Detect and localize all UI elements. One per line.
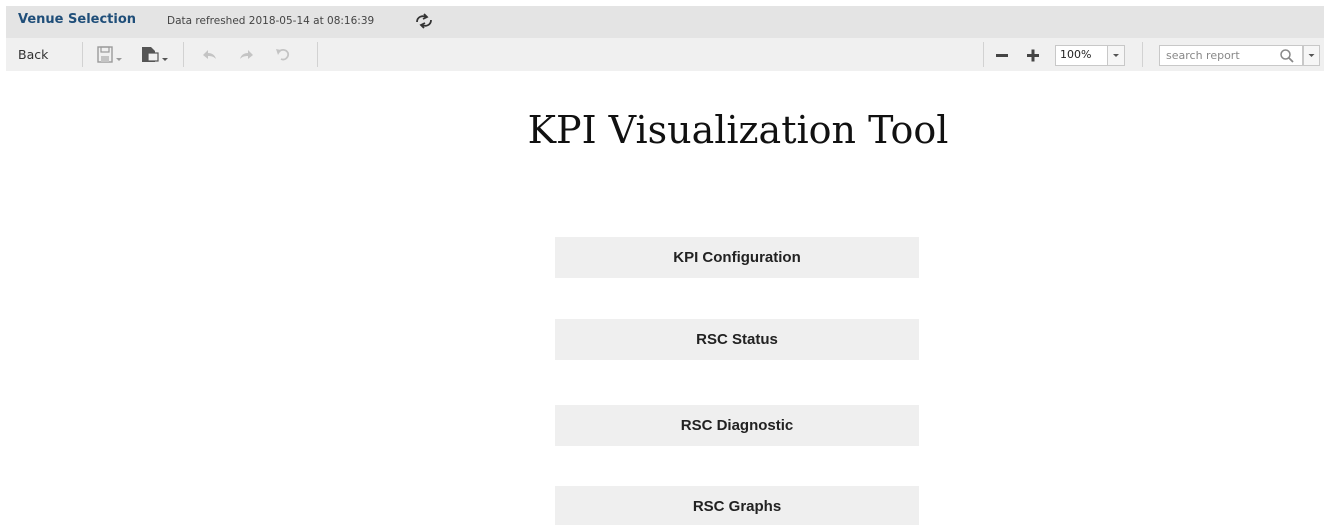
zoom-select[interactable]: 100% (1055, 45, 1125, 66)
report-title: Venue Selection (18, 12, 137, 27)
save-icon[interactable] (96, 46, 124, 64)
toolbar-divider (183, 42, 184, 67)
toolbar-divider (983, 42, 984, 67)
back-button[interactable]: Back (18, 45, 48, 65)
data-refreshed-text: Data refreshed 2018-05-14 at 08:16:39 (167, 15, 375, 27)
toolbar: Back 100% search report (6, 38, 1324, 71)
kpi-configuration-button[interactable]: KPI Configuration (555, 237, 919, 278)
export-icon[interactable] (139, 46, 169, 64)
toolbar-divider (1142, 42, 1143, 67)
page-title: KPI Visualization Tool (527, 108, 949, 152)
zoom-out-icon[interactable] (994, 46, 1010, 64)
redo-icon[interactable] (236, 46, 256, 64)
search-options-dropdown[interactable] (1303, 45, 1320, 66)
toolbar-divider (317, 42, 318, 67)
rsc-graphs-button[interactable]: RSC Graphs (555, 486, 919, 525)
chevron-down-icon[interactable] (1107, 46, 1124, 65)
app-window: Venue Selection Data refreshed 2018-05-1… (0, 0, 1328, 525)
search-box (1159, 45, 1303, 66)
search-input[interactable] (1160, 46, 1276, 65)
rsc-status-button[interactable]: RSC Status (555, 319, 919, 360)
toolbar-divider (82, 42, 83, 67)
search-icon[interactable] (1279, 48, 1295, 64)
undo-icon[interactable] (200, 46, 220, 64)
rsc-diagnostic-button[interactable]: RSC Diagnostic (555, 405, 919, 446)
reset-icon[interactable] (273, 46, 293, 64)
title-bar: Venue Selection Data refreshed 2018-05-1… (6, 6, 1324, 38)
zoom-value: 100% (1060, 48, 1092, 61)
refresh-icon[interactable] (413, 12, 435, 30)
zoom-in-icon[interactable] (1025, 46, 1041, 64)
